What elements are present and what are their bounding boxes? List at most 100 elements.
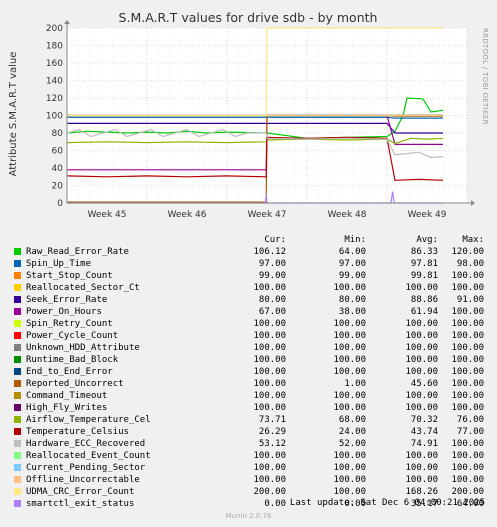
legend-swatch <box>14 500 21 507</box>
y-tick-label: 60 <box>52 147 64 157</box>
legend-cur-value: 100.00 <box>253 463 286 473</box>
legend-min-value: 100.00 <box>333 475 366 485</box>
legend-header-avg: Avg: <box>416 235 438 245</box>
legend-avg-value: 74.91 <box>410 439 438 449</box>
legend-max-value: 100.00 <box>451 403 484 413</box>
legend-avg-value: 100.00 <box>405 355 438 365</box>
y-tick-label: 200 <box>46 24 63 34</box>
legend-swatch <box>14 356 21 363</box>
legend-max-value: 100.00 <box>451 355 484 365</box>
legend-min-value: 100.00 <box>333 319 366 329</box>
legend-swatch <box>14 416 21 423</box>
legend-row: Temperature_Celsius 26.29 24.00 43.74 77.00 <box>14 426 484 438</box>
legend-cur-value: 99.00 <box>258 271 286 281</box>
legend-avg-value: 70.32 <box>410 415 438 425</box>
legend-cur-value: 0.00 <box>264 499 286 509</box>
legend-series-name: Current_Pending_Sector <box>26 463 146 473</box>
x-tick-label: Week 48 <box>328 210 367 220</box>
legend-series-name: Runtime_Bad_Block <box>26 355 119 365</box>
y-tick-label: 20 <box>52 182 64 192</box>
x-tick-label: Week 47 <box>248 210 287 220</box>
legend-cur-value: 100.00 <box>253 355 286 365</box>
legend-row: Seek_Error_Rate 80.00 80.00 88.86 91.00 <box>14 294 484 306</box>
legend-cur-value: 100.00 <box>253 379 286 389</box>
legend-row: Reallocated_Event_Count 100.00 100.00 100.0… <box>14 450 484 462</box>
y-tick-label: 160 <box>46 59 63 69</box>
legend-row: Reported_Uncorrect 100.00 1.00 45.60 100.00 <box>14 378 484 390</box>
legend-avg-value: 99.81 <box>410 271 438 281</box>
legend-series-name: Power_Cycle_Count <box>26 331 119 341</box>
legend-series-name: Raw_Read_Error_Rate <box>26 247 129 257</box>
legend-avg-value: 45.60 <box>410 379 438 389</box>
legend-row: Raw_Read_Error_Rate 106.12 64.00 86.33 120.0… <box>14 246 484 258</box>
legend-row: Unknown_HDD_Attribute 100.00 100.00 100.00 1… <box>14 342 484 354</box>
legend-min-value: 1.00 <box>344 379 366 389</box>
legend-row: Runtime_Bad_Block 100.00 100.00 100.00 100.0… <box>14 354 484 366</box>
legend-row: End_to_End_Error 100.00 100.00 100.00 100.00 <box>14 366 484 378</box>
legend-avg-value: 100.00 <box>405 283 438 293</box>
legend-cur-value: 97.00 <box>258 259 286 269</box>
legend-header-row: Cur: Min: Avg: Max: <box>14 234 484 246</box>
legend-row: Command_Timeout 100.00 100.00 100.00 100.00 <box>14 390 484 402</box>
legend-row: Spin_Up_Time 97.00 97.00 97.81 98.00 <box>14 258 484 270</box>
legend-row: Start_Stop_Count 99.00 99.00 99.81 100.00 <box>14 270 484 282</box>
legend-max-value: 100.00 <box>451 391 484 401</box>
x-tick-labels: Week 45 Week 46 Week 47 Week 48 Week 49 <box>88 210 447 220</box>
legend-swatch <box>14 332 21 339</box>
legend-avg-value: 100.00 <box>405 391 438 401</box>
legend-swatch <box>14 272 21 279</box>
legend-cur-value: 100.00 <box>253 319 286 329</box>
legend-row: High_Fly_Writes 100.00 100.00 100.00 100.00 <box>14 402 484 414</box>
legend-avg-value: 100.00 <box>405 343 438 353</box>
legend-max-value: 120.00 <box>451 247 484 257</box>
legend-series-name: Spin_Up_Time <box>26 259 92 269</box>
legend-row: Airflow_Temperature_Cel 73.71 68.00 70.32 76… <box>14 414 484 426</box>
legend-max-value: 100.00 <box>451 439 484 449</box>
legend-series-name: Power_On_Hours <box>26 307 102 317</box>
legend-cur-value: 53.12 <box>258 439 286 449</box>
legend-swatch <box>14 248 21 255</box>
legend-min-value: 100.00 <box>333 283 366 293</box>
legend-cur-value: 100.00 <box>253 475 286 485</box>
legend-max-value: 100.00 <box>451 451 484 461</box>
legend-series-name: Temperature_Celsius <box>26 427 129 437</box>
legend-cur-value: 80.00 <box>258 295 286 305</box>
chart-svg: S.M.A.R.T values for drive sdb - by mont… <box>8 10 489 220</box>
legend-series-name: Reallocated_Event_Count <box>26 451 151 461</box>
legend-swatch <box>14 452 21 459</box>
y-tick-label: 100 <box>46 112 63 122</box>
legend-swatch <box>14 344 21 351</box>
legend-avg-value: 100.00 <box>405 367 438 377</box>
legend-min-value: 100.00 <box>333 367 366 377</box>
legend-cur-value: 100.00 <box>253 451 286 461</box>
y-tick-label: 80 <box>52 129 64 139</box>
y-tick-label: 140 <box>46 77 63 87</box>
legend-min-value: 100.00 <box>333 487 366 497</box>
legend-series-name: Reported_Uncorrect <box>26 379 124 389</box>
legend-swatch <box>14 476 21 483</box>
legend-avg-value: 100.00 <box>405 403 438 413</box>
legend-avg-value: 43.74 <box>410 427 438 437</box>
legend-cur-value: 100.00 <box>253 283 286 293</box>
legend-min-value: 24.00 <box>338 427 366 437</box>
legend-min-value: 100.00 <box>333 343 366 353</box>
legend-max-value: 200.00 <box>451 487 484 497</box>
last-update: Last update: Sat Dec 6 04:00:21 2025 <box>289 498 485 508</box>
legend-cur-value: 100.00 <box>253 367 286 377</box>
legend-series-name: High_Fly_Writes <box>26 403 108 413</box>
legend-max-value: 100.00 <box>451 463 484 473</box>
legend-series-name: Hardware_ECC_Recovered <box>26 439 146 449</box>
legend-avg-value: 100.00 <box>405 475 438 485</box>
legend-avg-value: 100.00 <box>405 451 438 461</box>
legend-min-value: 99.00 <box>338 271 366 281</box>
legend-cur-value: 100.00 <box>253 391 286 401</box>
legend-series-name: smartctl_exit_status <box>26 499 135 509</box>
legend-avg-value: 88.86 <box>410 295 438 305</box>
legend-swatch <box>14 308 21 315</box>
legend-cur-value: 26.29 <box>258 427 286 437</box>
legend-avg-value: 97.81 <box>410 259 438 269</box>
legend-max-value: 100.00 <box>451 379 484 389</box>
legend-max-value: 100.00 <box>451 367 484 377</box>
legend-row: Hardware_ECC_Recovered 53.12 52.00 74.91 100… <box>14 438 484 450</box>
legend-swatch <box>14 284 21 291</box>
